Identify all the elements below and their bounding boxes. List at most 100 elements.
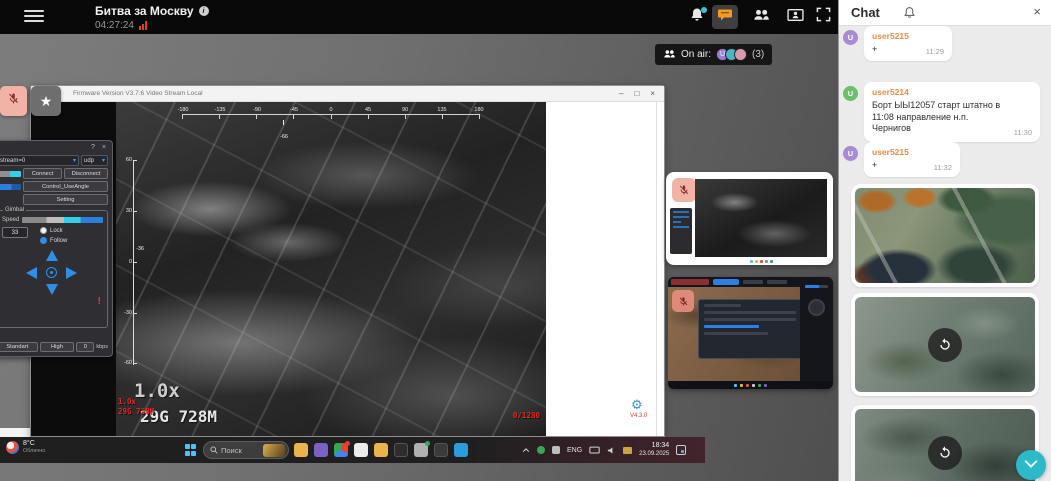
stream-select[interactable]: stream=0 ▾ [0, 155, 79, 166]
on-air-count: (3) [752, 49, 764, 60]
message-time: 11:29 [926, 47, 944, 56]
start-button[interactable] [185, 444, 197, 456]
gimbal-left-button[interactable] [26, 267, 37, 279]
badge [425, 441, 430, 446]
tray-date: 23.09.2025 [639, 451, 669, 459]
chat-toggle-button[interactable] [712, 5, 738, 29]
image-reload-button[interactable] [928, 328, 962, 362]
speed-value-field[interactable]: 33 [2, 227, 28, 238]
files-icon[interactable] [374, 443, 388, 457]
participant-thumbnail-1[interactable] [666, 172, 833, 265]
app-icon-dark[interactable] [434, 443, 448, 457]
app-icon-blue[interactable] [454, 443, 468, 457]
browser-icon[interactable] [334, 443, 348, 457]
osd-zoom-level: 1.0x [134, 380, 180, 402]
mini-taskbar [668, 381, 833, 389]
notification-dot [701, 7, 707, 13]
osd-zoom-level-red: 1.0x [118, 397, 136, 406]
pin-favorite-button[interactable]: ★ [31, 86, 61, 116]
tray-clock[interactable]: 18:34 23.09.2025 [639, 442, 669, 458]
panel-help-button[interactable]: ? [91, 144, 95, 151]
chat-image-attachment[interactable] [851, 405, 1039, 481]
preset-standart-button[interactable]: Standart [0, 342, 38, 352]
connection-quality-icon [139, 21, 147, 30]
mini-slider [805, 285, 828, 288]
mini-settings-dialog [698, 299, 802, 359]
people-icon [753, 8, 770, 27]
folder-icon[interactable] [294, 443, 308, 457]
gimbal-right-button[interactable] [66, 267, 77, 279]
gimbal-down-button[interactable] [46, 284, 58, 295]
chat-message: user5214 Борт ЫЫ12057 старт штатно в 11:… [864, 82, 1040, 142]
tray-display-icon[interactable] [589, 446, 600, 455]
page-title: Битва за Москву [95, 4, 194, 18]
panel-close-button[interactable]: × [102, 144, 106, 151]
taskbar-search[interactable]: Поиск [203, 441, 289, 459]
people-icon [663, 46, 676, 64]
panel-title-bar: ? × [0, 141, 112, 153]
osd-bitrate-label: 0/1280 [513, 411, 540, 420]
warning-icon: ! [98, 296, 101, 307]
protocol-select[interactable]: udp ▾ [81, 155, 108, 166]
tray-app-icon-gray[interactable] [552, 446, 560, 454]
pitch-scale: 60 30 0 -30 -60 -36 [122, 160, 140, 365]
window-body: -180 -135 -90 -45 0 45 90 135 180 -66 [31, 102, 664, 436]
follow-radio[interactable]: Follow [40, 237, 67, 244]
gimbal-center-button[interactable] [46, 267, 57, 278]
app-version-label: V4.3.0 [630, 413, 647, 419]
scroll-to-bottom-button[interactable] [1016, 450, 1046, 480]
window-maximize-button[interactable]: □ [634, 90, 639, 98]
message-username[interactable]: user5215 [872, 147, 952, 157]
tray-folder-icon[interactable] [623, 447, 632, 454]
connect-button[interactable]: Connect [23, 168, 62, 179]
weather-description: Облачно [23, 448, 45, 455]
messenger-icon[interactable] [314, 443, 328, 457]
gear-icon[interactable]: ⚙ [631, 398, 643, 411]
menu-icon[interactable] [24, 10, 44, 24]
tray-expand-icon[interactable] [522, 447, 530, 453]
gimbal-up-button[interactable] [46, 250, 58, 261]
system-tray: ENG 18:34 23.09.2025 [518, 437, 686, 463]
terminal-icon[interactable] [394, 443, 408, 457]
badge [345, 441, 350, 446]
tray-language[interactable]: ENG [567, 447, 582, 454]
mic-muted-badge[interactable] [0, 86, 27, 116]
chat-image-attachment[interactable] [851, 184, 1039, 287]
tray-app-icon-green[interactable] [537, 446, 545, 454]
notification-center-icon[interactable] [676, 445, 686, 455]
window-close-button[interactable]: × [650, 90, 655, 98]
control-useangle-button[interactable]: Control_UseAngle [23, 181, 108, 192]
shared-app-window: Firmware Version V3.7.6 Video Stream Loc… [30, 85, 665, 437]
share-screen-button[interactable] [782, 5, 808, 29]
info-icon[interactable]: i [199, 6, 209, 16]
fullscreen-button[interactable] [810, 5, 836, 29]
chat-close-button[interactable]: × [1033, 4, 1041, 19]
message-text: Борт ЫЫ12057 старт штатно в 11:08 направ… [872, 100, 1032, 135]
thermal-video-feed: -180 -135 -90 -45 0 45 90 135 180 -66 [116, 102, 546, 436]
lock-radio[interactable]: Lock [40, 227, 67, 234]
on-air-indicator[interactable]: On air: U (3) [655, 44, 772, 65]
setting-button[interactable]: Setting [23, 194, 108, 205]
participant-thumbnail-2[interactable] [668, 277, 833, 389]
image-reload-button[interactable] [928, 436, 962, 470]
chat-messages: U user5215 + 11:29 U user5214 Борт ЫЫ120… [839, 26, 1051, 481]
preset-high-button[interactable]: High [40, 342, 75, 352]
app-icon-badged[interactable] [414, 443, 428, 457]
speed-slider[interactable] [22, 217, 103, 223]
notifications-button[interactable] [684, 5, 710, 29]
message-username[interactable]: user5214 [872, 87, 1032, 97]
window-scrollbar[interactable] [656, 102, 657, 436]
chat-image-attachment[interactable] [851, 293, 1039, 396]
participants-button[interactable] [748, 5, 774, 29]
message-username[interactable]: user5215 [872, 31, 944, 41]
mic-muted-badge [672, 178, 696, 202]
bitrate-value-field[interactable]: 0 [76, 342, 94, 352]
signal-meter [0, 171, 21, 177]
weather-widget[interactable]: 8°C Облачно [6, 440, 45, 455]
mail-icon[interactable] [354, 443, 368, 457]
disconnect-button[interactable]: Disconnect [64, 168, 108, 179]
tray-volume-icon[interactable] [607, 446, 616, 455]
chat-notification-bell-icon[interactable] [903, 6, 916, 24]
window-minimize-button[interactable]: – [619, 90, 623, 98]
chat-message: user5215 + 11:29 [864, 26, 952, 61]
